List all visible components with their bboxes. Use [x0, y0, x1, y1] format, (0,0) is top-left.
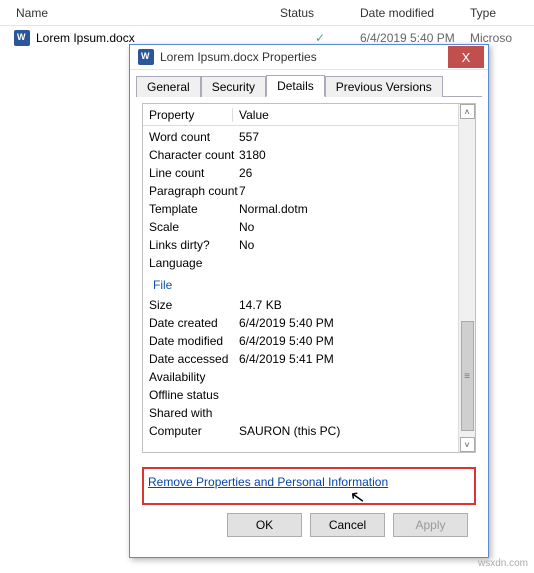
properties-dialog: Lorem Ipsum.docx Properties X General Se…: [129, 44, 489, 558]
col-name[interactable]: Name: [0, 6, 280, 20]
prop-row[interactable]: Date modified6/4/2019 5:40 PM: [149, 332, 458, 350]
prop-row[interactable]: Links dirty?No: [149, 236, 458, 254]
watermark: wsxdn.com: [478, 558, 528, 569]
close-button[interactable]: X: [448, 46, 484, 68]
prop-row[interactable]: Language: [149, 254, 458, 272]
word-doc-icon: [14, 30, 30, 46]
col-date[interactable]: Date modified: [360, 6, 470, 20]
close-icon: X: [462, 50, 471, 65]
word-doc-icon: [138, 49, 154, 65]
ok-button[interactable]: OK: [227, 513, 302, 537]
properties-header: Property Value: [143, 104, 458, 126]
remove-properties-highlight: Remove Properties and Personal Informati…: [142, 467, 476, 505]
dialog-buttons: OK Cancel Apply: [142, 505, 476, 545]
file-type: Microso: [470, 31, 534, 45]
tabstrip: General Security Details Previous Versio…: [130, 70, 488, 96]
prop-row[interactable]: TemplateNormal.dotm: [149, 200, 458, 218]
file-date: 6/4/2019 5:40 PM: [360, 31, 470, 45]
explorer-columns: Name Status Date modified Type: [0, 0, 534, 26]
scroll-thumb[interactable]: ≡: [461, 321, 474, 431]
prop-row[interactable]: Date accessed6/4/2019 5:41 PM: [149, 350, 458, 368]
header-property[interactable]: Property: [143, 108, 233, 122]
section-file: File: [149, 272, 458, 296]
col-type[interactable]: Type: [470, 6, 534, 20]
details-tab-body: Property Value Word count557 Character c…: [136, 96, 482, 551]
tab-general[interactable]: General: [136, 76, 201, 97]
scroll-up-button[interactable]: ˄: [460, 104, 475, 119]
prop-row[interactable]: Availability: [149, 368, 458, 386]
cancel-button[interactable]: Cancel: [310, 513, 385, 537]
prop-row[interactable]: Offline status: [149, 386, 458, 404]
sync-status-icon: ✓: [280, 31, 360, 45]
prop-row[interactable]: Shared with: [149, 404, 458, 422]
prop-row[interactable]: Character count3180: [149, 146, 458, 164]
scrollbar[interactable]: ˄ ≡ ˅: [458, 104, 475, 452]
col-status[interactable]: Status: [280, 6, 360, 20]
prop-row[interactable]: Paragraph count7: [149, 182, 458, 200]
dialog-title: Lorem Ipsum.docx Properties: [160, 50, 448, 64]
properties-list: Property Value Word count557 Character c…: [142, 103, 476, 453]
cursor-icon: ↖: [348, 486, 367, 509]
prop-row[interactable]: ComputerSAURON (this PC): [149, 422, 458, 440]
apply-button[interactable]: Apply: [393, 513, 468, 537]
file-name: Lorem Ipsum.docx: [36, 31, 135, 45]
scroll-track[interactable]: ≡: [460, 119, 475, 437]
tab-details[interactable]: Details: [266, 75, 325, 97]
prop-row[interactable]: ScaleNo: [149, 218, 458, 236]
header-value[interactable]: Value: [233, 108, 458, 122]
titlebar[interactable]: Lorem Ipsum.docx Properties X: [130, 45, 488, 70]
scroll-down-button[interactable]: ˅: [460, 437, 475, 452]
tab-previous-versions[interactable]: Previous Versions: [325, 76, 443, 97]
prop-row[interactable]: Line count26: [149, 164, 458, 182]
prop-row[interactable]: Word count557: [149, 128, 458, 146]
prop-row[interactable]: Size14.7 KB: [149, 296, 458, 314]
prop-row[interactable]: Date created6/4/2019 5:40 PM: [149, 314, 458, 332]
tab-security[interactable]: Security: [201, 76, 266, 97]
